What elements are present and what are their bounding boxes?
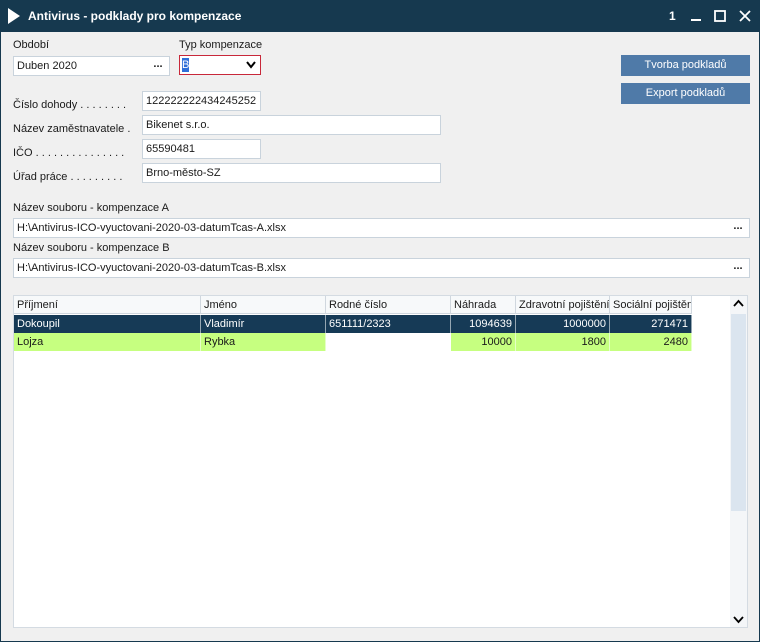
column-header-socialni-pojisteni[interactable]: Sociální pojištění (610, 296, 692, 314)
column-header-prijmeni[interactable]: Příjmení (14, 296, 201, 314)
window-counter: 1 (669, 9, 676, 23)
cislo-dohody-value: 122222222434245252 (146, 95, 257, 107)
obdobi-picker-button[interactable]: ... (150, 59, 166, 73)
table-row[interactable]: Dokoupil Vladimír 651111/2323 1094639 10… (14, 315, 692, 333)
grid-header: Příjmení Jméno Rodné číslo Náhrada Zdrav… (14, 296, 692, 314)
cislo-dohody-label: Číslo dohody . . . . . . . . (13, 99, 127, 111)
nazev-zamestnavatele-label: Název zaměstnavatele . (13, 123, 131, 135)
cislo-dohody-field[interactable]: 122222222434245252 (142, 91, 261, 111)
window-title: Antivirus - podklady pro kompenzace (28, 9, 242, 23)
urad-prace-label: Úřad práce . . . . . . . . . (13, 171, 123, 183)
maximize-icon[interactable] (711, 7, 729, 25)
antivirus-window: Antivirus - podklady pro kompenzace 1 Ob… (0, 0, 760, 642)
column-header-rodne-cislo[interactable]: Rodné číslo (326, 296, 451, 314)
chevron-down-icon (246, 61, 256, 69)
chevron-up-icon[interactable] (733, 299, 744, 307)
column-header-zdravotni-pojisteni[interactable]: Zdravotní pojištění (516, 296, 610, 314)
column-header-jmeno[interactable]: Jméno (201, 296, 326, 314)
minimize-icon[interactable] (687, 7, 705, 25)
chevron-down-icon[interactable] (733, 616, 744, 624)
cell-nahrada: 1094639 (451, 315, 516, 333)
cell-prijmeni: Dokoupil (14, 315, 201, 333)
cell-rodne-cislo: 651111/2323 (326, 315, 451, 333)
obdobi-label: Období (13, 39, 50, 51)
cell-zdravotni-pojisteni: 1800 (516, 333, 610, 351)
tvorba-podkladu-button[interactable]: Tvorba podkladů (621, 55, 750, 76)
nazev-zamestnavatele-value: Bikenet s.r.o. (146, 119, 210, 131)
employees-grid[interactable]: Příjmení Jméno Rodné číslo Náhrada Zdrav… (13, 295, 748, 628)
play-icon (8, 8, 20, 24)
obdobi-value: Duben 2020 (17, 60, 77, 72)
cell-nahrada: 10000 (451, 333, 516, 351)
cell-jmeno: Vladimír (201, 315, 326, 333)
cell-prijmeni: Lojza (14, 333, 201, 351)
title-bar: Antivirus - podklady pro kompenzace 1 (1, 1, 759, 32)
close-icon[interactable] (736, 7, 754, 25)
urad-prace-value: Brno-město-SZ (146, 167, 221, 179)
scrollbar-thumb[interactable] (731, 314, 746, 511)
ico-label: IČO . . . . . . . . . . . . . . . (13, 147, 125, 159)
soubor-a-browse-button[interactable]: ... (730, 221, 746, 235)
export-podkladu-button[interactable]: Export podkladů (621, 83, 750, 104)
typ-kompenzace-select[interactable]: B (179, 55, 261, 75)
soubor-a-label: Název souboru - kompenzace A (13, 202, 169, 214)
grid-vertical-scrollbar[interactable] (730, 296, 747, 627)
urad-prace-field[interactable]: Brno-město-SZ (142, 163, 441, 183)
soubor-a-value: H:\Antivirus-ICO-vyuctovani-2020-03-datu… (17, 222, 286, 234)
ico-field[interactable]: 65590481 (142, 139, 261, 159)
soubor-b-label: Název souboru - kompenzace B (13, 242, 170, 254)
column-header-nahrada[interactable]: Náhrada (451, 296, 516, 314)
typ-kompenzace-value: B (182, 58, 190, 72)
typ-kompenzace-label: Typ kompenzace (179, 39, 263, 51)
soubor-b-browse-button[interactable]: ... (730, 261, 746, 275)
cell-jmeno: Rybka (201, 333, 326, 351)
obdobi-field[interactable]: Duben 2020 ... (13, 56, 170, 76)
soubor-b-field[interactable]: H:\Antivirus-ICO-vyuctovani-2020-03-datu… (13, 258, 750, 278)
soubor-a-field[interactable]: H:\Antivirus-ICO-vyuctovani-2020-03-datu… (13, 218, 750, 238)
ico-value: 65590481 (146, 143, 195, 155)
cell-socialni-pojisteni: 2480 (610, 333, 692, 351)
table-row[interactable]: Lojza Rybka 10000 1800 2480 (14, 333, 692, 351)
soubor-b-value: H:\Antivirus-ICO-vyuctovani-2020-03-datu… (17, 262, 286, 274)
nazev-zamestnavatele-field[interactable]: Bikenet s.r.o. (142, 115, 441, 135)
cell-zdravotni-pojisteni: 1000000 (516, 315, 610, 333)
cell-socialni-pojisteni: 271471 (610, 315, 692, 333)
cell-rodne-cislo (326, 333, 451, 351)
